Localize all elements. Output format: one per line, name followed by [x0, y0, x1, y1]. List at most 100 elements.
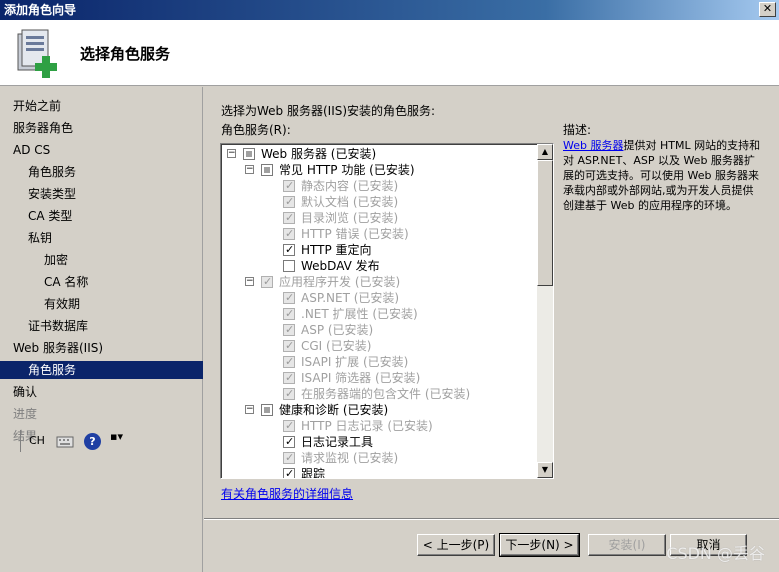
tree-item-label: Web 服务器 (已安装)	[261, 147, 377, 161]
next-button[interactable]: 下一步(N) >	[499, 533, 580, 557]
help-icon[interactable]: ?	[84, 433, 101, 450]
tree-item-label: 跟踪	[301, 467, 326, 479]
title-bar: 添加角色向导 ✕	[0, 0, 779, 20]
role-services-label: 角色服务(R):	[221, 123, 291, 137]
watermark: CSDN @丢谷	[666, 544, 765, 563]
tree-item[interactable]: CGI (已安装)	[221, 338, 537, 354]
tree-item[interactable]: ISAPI 筛选器 (已安装)	[221, 370, 537, 386]
checkbox-icon[interactable]	[283, 434, 295, 450]
tree-item-label: 在服务器端的包含文件 (已安装)	[301, 387, 471, 401]
sidebar-item[interactable]: 有效期	[0, 295, 203, 313]
tree-item-label: 静态内容 (已安装)	[301, 179, 399, 193]
sidebar-item[interactable]: 安装类型	[0, 185, 203, 203]
checkbox-icon[interactable]	[283, 466, 295, 478]
options-icon[interactable]: ▪▾	[110, 431, 123, 442]
sidebar-item[interactable]: AD CS	[0, 141, 203, 159]
tree-item-label: ISAPI 筛选器 (已安装)	[301, 371, 421, 385]
description-text: Web 服务器提供对 HTML 网站的支持和对 ASP.NET、ASP 以及 W…	[563, 138, 763, 213]
sidebar-item[interactable]: CA 名称	[0, 273, 203, 291]
tree-item-label: CGI (已安装)	[301, 339, 372, 353]
web-server-link[interactable]: Web 服务器	[563, 139, 623, 152]
tree-item[interactable]: ASP.NET (已安装)	[221, 290, 537, 306]
more-info-link[interactable]: 有关角色服务的详细信息	[221, 485, 353, 502]
tree-item[interactable]: 日志记录工具	[221, 434, 537, 450]
tree-item[interactable]: WebDAV 发布	[221, 258, 537, 274]
sidebar-item[interactable]: 角色服务	[0, 361, 203, 379]
checkbox-icon[interactable]	[243, 148, 255, 160]
tree-item[interactable]: 默认文档 (已安装)	[221, 194, 537, 210]
language-indicator[interactable]: CH	[20, 430, 48, 452]
sidebar-item[interactable]: CA 类型	[0, 207, 203, 225]
tree-item[interactable]: 目录浏览 (已安装)	[221, 210, 537, 226]
tree-item[interactable]: − Web 服务器 (已安装)	[221, 146, 537, 162]
tree-item-label: 健康和诊断 (已安装)	[279, 403, 389, 417]
description-label: 描述:	[563, 123, 592, 137]
checkbox-icon[interactable]	[283, 242, 295, 258]
previous-button[interactable]: < 上一步(P)	[417, 534, 495, 556]
tree-item-label: 默认文档 (已安装)	[301, 195, 399, 209]
page-title: 选择角色服务	[80, 45, 171, 63]
instruction-text: 选择为Web 服务器(IIS)安装的角色服务:	[221, 104, 436, 118]
tree-item[interactable]: HTTP 日志记录 (已安装)	[221, 418, 537, 434]
tree-item[interactable]: 请求监视 (已安装)	[221, 450, 537, 466]
checkbox-icon	[283, 194, 295, 210]
tree-item[interactable]: 静态内容 (已安装)	[221, 178, 537, 194]
tree-item[interactable]: 在服务器端的包含文件 (已安装)	[221, 386, 537, 402]
checkbox-icon[interactable]	[283, 260, 295, 272]
sidebar-item[interactable]: 开始之前	[0, 97, 203, 115]
tree-item-label: ASP.NET (已安装)	[301, 291, 400, 305]
checkbox-icon	[283, 306, 295, 322]
checkbox-icon	[261, 274, 273, 290]
keyboard-icon[interactable]	[56, 433, 74, 449]
tree-item[interactable]: HTTP 重定向	[221, 242, 537, 258]
sidebar-item[interactable]: Web 服务器(IIS)	[0, 339, 203, 357]
checkbox-icon	[283, 370, 295, 386]
checkbox-icon	[283, 226, 295, 242]
scroll-thumb[interactable]	[537, 160, 553, 286]
tree-item-label: HTTP 重定向	[301, 243, 372, 257]
checkbox-icon	[283, 338, 295, 354]
tree-item[interactable]: − 应用程序开发 (已安装)	[221, 274, 537, 290]
tree-item-label: 日志记录工具	[301, 435, 374, 449]
sidebar-item[interactable]: 证书数据库	[0, 317, 203, 335]
checkbox-icon	[283, 178, 295, 194]
tree-item-label: 目录浏览 (已安装)	[301, 211, 399, 225]
wizard-header: 选择角色服务	[0, 20, 779, 86]
close-button[interactable]: ✕	[759, 2, 776, 17]
sidebar-item[interactable]: 服务器角色	[0, 119, 203, 137]
tree-item[interactable]: ISAPI 扩展 (已安装)	[221, 354, 537, 370]
tree-item-label: .NET 扩展性 (已安装)	[301, 307, 418, 321]
scroll-up-icon[interactable]: ▲	[537, 144, 553, 160]
sidebar-item[interactable]: 确认	[0, 383, 203, 401]
tree-item[interactable]: ASP (已安装)	[221, 322, 537, 338]
checkbox-icon	[283, 290, 295, 306]
checkbox-icon[interactable]	[261, 164, 273, 176]
scroll-down-icon[interactable]: ▼	[537, 462, 553, 478]
collapse-icon[interactable]: −	[227, 149, 236, 158]
sidebar-item[interactable]: 角色服务	[0, 163, 203, 181]
tree-item-label: WebDAV 发布	[301, 259, 380, 273]
server-role-icon	[17, 29, 57, 78]
checkbox-icon	[283, 322, 295, 338]
collapse-icon[interactable]: −	[245, 405, 254, 414]
tree-item-label: HTTP 日志记录 (已安装)	[301, 419, 433, 433]
collapse-icon[interactable]: −	[245, 277, 254, 286]
tree-item[interactable]: .NET 扩展性 (已安装)	[221, 306, 537, 322]
tree-item-label: HTTP 错误 (已安装)	[301, 227, 409, 241]
tree-item[interactable]: − 健康和诊断 (已安装)	[221, 402, 537, 418]
checkbox-icon	[283, 418, 295, 434]
sidebar-item[interactable]: 进度	[0, 405, 203, 423]
install-button[interactable]: 安装(I)	[588, 534, 666, 556]
sidebar-item[interactable]: 私钥	[0, 229, 203, 247]
checkbox-icon	[283, 354, 295, 370]
collapse-icon[interactable]: −	[245, 165, 254, 174]
role-services-tree[interactable]: −Web 服务器 (已安装)−常见 HTTP 功能 (已安装)静态内容 (已安装…	[220, 143, 554, 479]
tree-scrollbar[interactable]: ▲ ▼	[537, 144, 553, 478]
checkbox-icon[interactable]	[261, 404, 273, 416]
tree-item[interactable]: − 常见 HTTP 功能 (已安装)	[221, 162, 537, 178]
checkbox-icon	[283, 210, 295, 226]
tree-item[interactable]: 跟踪	[221, 466, 537, 479]
tree-item[interactable]: HTTP 错误 (已安装)	[221, 226, 537, 242]
checkbox-icon	[283, 386, 295, 402]
sidebar-item[interactable]: 加密	[0, 251, 203, 269]
